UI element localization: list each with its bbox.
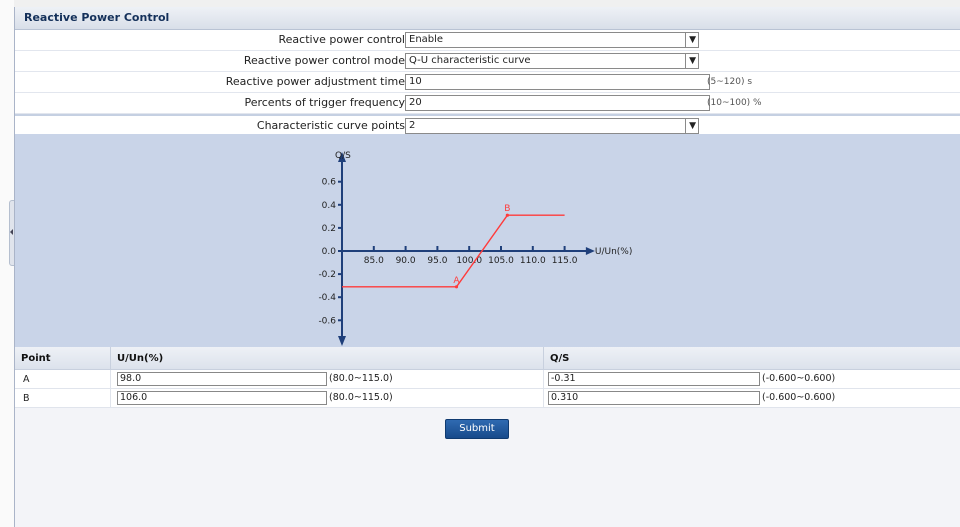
range-hint: (5~120) s — [707, 77, 753, 87]
header-u: U/Un(%) — [110, 347, 544, 370]
control-mode-select[interactable]: Q-U characteristic curve ▼ — [405, 53, 699, 69]
point-a-q-input[interactable]: -0.31 — [548, 372, 760, 386]
u-range: (80.0~115.0) — [329, 373, 393, 384]
q-cell: 0.310 (-0.600~0.600) — [543, 388, 960, 408]
point-b-q-input[interactable]: 0.310 — [548, 391, 760, 405]
select-value: Q-U characteristic curve — [409, 55, 531, 66]
section-title: Reactive Power Control — [15, 7, 960, 30]
select-value: 2 — [409, 120, 416, 131]
chevron-down-icon: ▼ — [689, 56, 696, 66]
y-tick-label: -0.4 — [318, 293, 336, 303]
q-cell: -0.31 (-0.600~0.600) — [543, 369, 960, 389]
q-range: (-0.600~0.600) — [762, 373, 836, 384]
table-row: A 98.0 (80.0~115.0) -0.31 (-0.600~0.600) — [15, 369, 960, 389]
x-tick-label: 115.0 — [552, 256, 578, 266]
point-name: A — [15, 369, 111, 389]
point-b-u-input[interactable]: 106.0 — [117, 391, 327, 405]
left-edge — [0, 0, 17, 527]
y-tick-label: 0.2 — [322, 224, 336, 234]
select-value: Enable — [409, 34, 444, 45]
x-tick-label: 105.0 — [488, 256, 514, 266]
x-tick-label: 90.0 — [396, 256, 416, 266]
chart-svg: Q/S U/Un(%) 0.6 0.4 0.2 0.0 -0.2 -0.4 -0.6 85.0 90… — [318, 151, 633, 346]
y-tick-label: 0.0 — [322, 247, 337, 257]
y-tick-label: -0.2 — [318, 270, 336, 280]
y-tick-label: 0.4 — [322, 201, 337, 211]
y-axis-down-arrow-icon — [338, 336, 346, 346]
table-header-row: Point U/Un(%) Q/S — [15, 347, 960, 370]
curve-point-label: B — [504, 204, 510, 214]
chevron-down-icon: ▼ — [689, 121, 696, 131]
form-row-adjustment-time: Reactive power adjustment time 10 (5~120… — [15, 72, 960, 93]
reactive-power-control-select[interactable]: Enable ▼ — [405, 32, 699, 48]
form-row-control-mode: Reactive power control mode Q-U characte… — [15, 51, 960, 72]
x-tick-label: 110.0 — [520, 256, 546, 266]
chevron-down-icon: ▼ — [689, 35, 696, 45]
y-axis-label: Q/S — [335, 151, 351, 161]
form-row-trigger-frequency: Percents of trigger frequency 20 (10~100… — [15, 93, 960, 114]
u-cell: 98.0 (80.0~115.0) — [110, 369, 544, 389]
form-label: Reactive power adjustment time — [225, 75, 405, 88]
y-tick-label: 0.6 — [322, 178, 337, 188]
form-label: Percents of trigger frequency — [244, 96, 405, 109]
form-label: Reactive power control mode — [243, 54, 405, 67]
y-tick-label: -0.6 — [318, 316, 336, 326]
u-range: (80.0~115.0) — [329, 392, 393, 403]
table-row: B 106.0 (80.0~115.0) 0.310 (-0.600~0.600… — [15, 388, 960, 408]
x-axis-label: U/Un(%) — [595, 247, 633, 257]
trigger-frequency-input[interactable]: 20 — [405, 95, 710, 111]
u-cell: 106.0 (80.0~115.0) — [110, 388, 544, 408]
curve-points-select[interactable]: 2 ▼ — [405, 118, 699, 134]
point-a-u-input[interactable]: 98.0 — [117, 372, 327, 386]
header-point: Point — [15, 347, 111, 370]
point-name: B — [15, 388, 111, 408]
qu-curve-chart: Q/S U/Un(%) 0.6 0.4 0.2 0.0 -0.2 -0.4 -0.6 85.0 90… — [15, 134, 960, 347]
form-label: Characteristic curve points — [256, 119, 405, 132]
q-range: (-0.600~0.600) — [762, 392, 836, 403]
form-label: Reactive power control — [278, 33, 405, 46]
curve-points-table: Point U/Un(%) Q/S A 98.0 (80.0~115.0) -0… — [15, 347, 960, 408]
x-tick-label: 85.0 — [364, 256, 384, 266]
curve-point-label: A — [453, 276, 460, 286]
submit-button[interactable]: Submit — [445, 419, 509, 439]
header-q: Q/S — [543, 347, 960, 370]
x-axis-arrow-icon — [585, 247, 595, 255]
form-row-reactive-power-control: Reactive power control Enable ▼ — [15, 30, 960, 51]
range-hint: (10~100) % — [707, 98, 762, 108]
main-panel: Reactive Power Control Reactive power co… — [14, 7, 960, 527]
x-tick-label: 95.0 — [427, 256, 447, 266]
adjustment-time-input[interactable]: 10 — [405, 74, 710, 90]
x-tick-label: 100.0 — [456, 256, 482, 266]
